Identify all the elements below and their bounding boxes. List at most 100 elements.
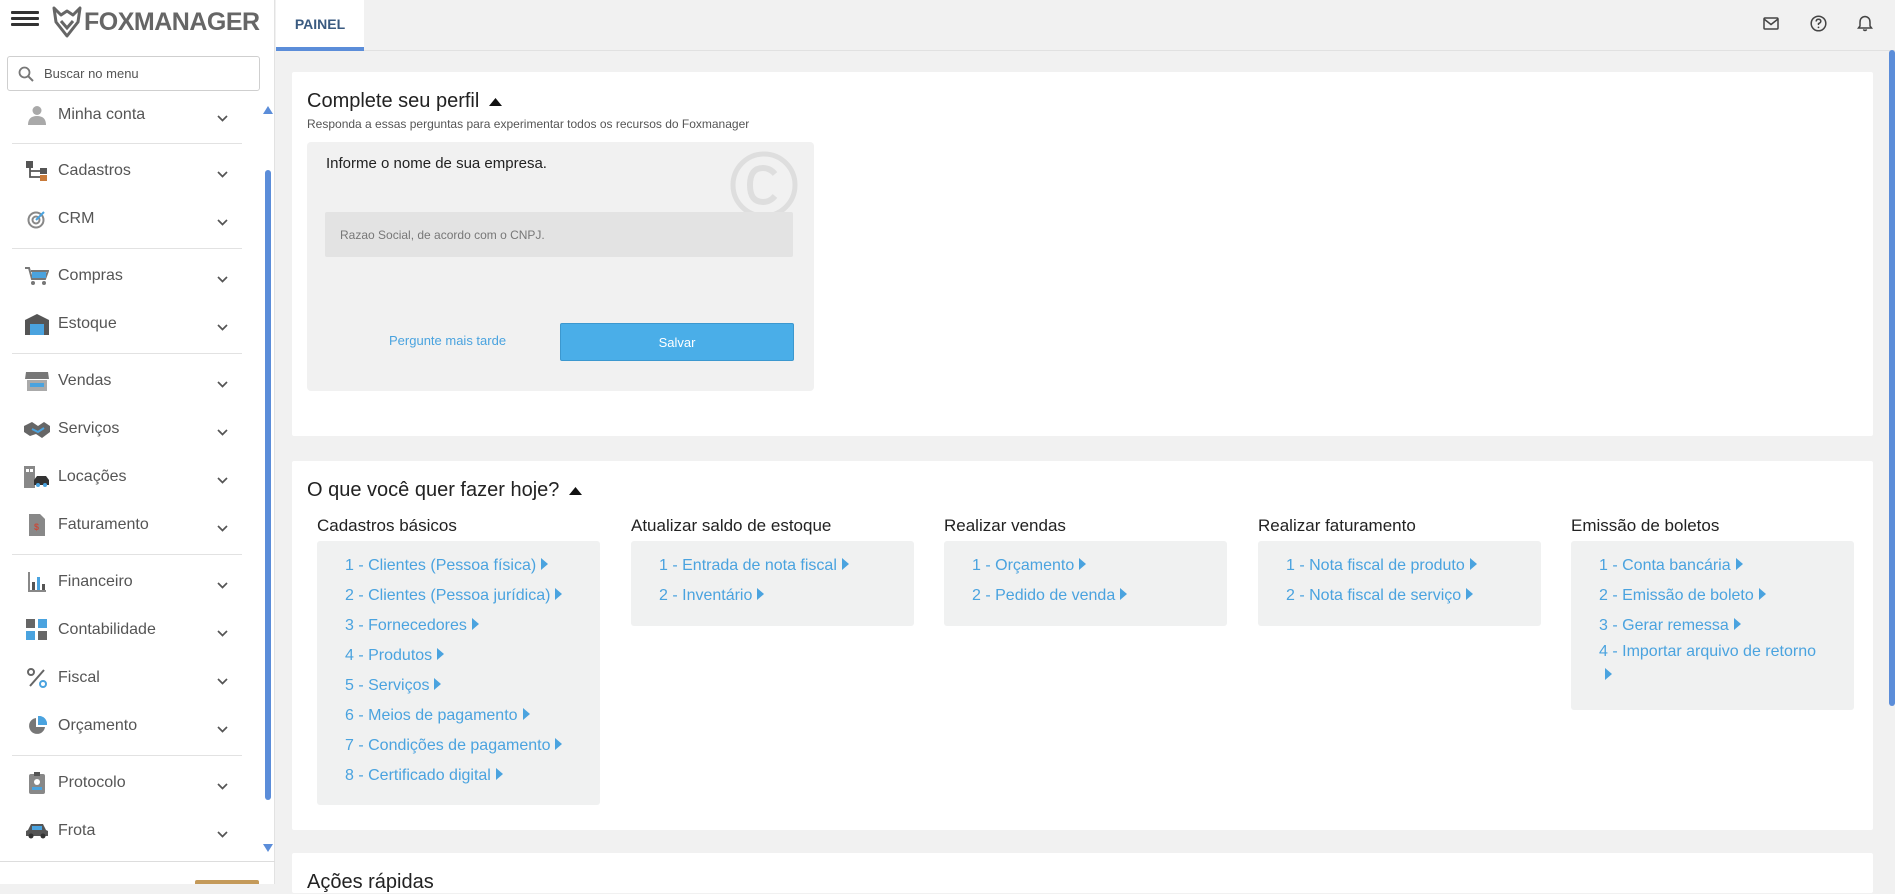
scroll-up-arrow-icon[interactable]	[263, 106, 273, 114]
sidebar-item-financeiro[interactable]: Financeiro	[12, 564, 242, 600]
caret-right-icon	[1733, 617, 1741, 635]
warehouse-icon	[24, 312, 50, 336]
fox-logo-icon	[52, 6, 82, 38]
sidebar-item-protocolo[interactable]: Protocolo	[12, 765, 242, 801]
chevron-down-icon[interactable]	[217, 213, 228, 231]
building-car-icon	[24, 465, 50, 489]
sidebar-item-faturamento[interactable]: $ Faturamento	[12, 507, 242, 543]
chevron-down-icon[interactable]	[217, 624, 228, 642]
sidebar-item-label: Contabilidade	[58, 621, 156, 638]
chevron-down-icon[interactable]	[217, 318, 228, 336]
pie-chart-icon	[24, 714, 50, 738]
action-link-label: 2 - Clientes (Pessoa jurídica)	[345, 587, 551, 604]
sidebar-item-crm[interactable]: CRM	[12, 201, 242, 237]
sidebar-item-cadastros[interactable]: Cadastros	[12, 153, 242, 189]
main-scrollbar[interactable]	[1889, 50, 1895, 706]
chevron-down-icon[interactable]	[217, 375, 228, 393]
logo[interactable]: FOXMANAGER	[52, 4, 260, 40]
mail-icon[interactable]	[1760, 12, 1782, 34]
sidebar-divider	[12, 353, 242, 354]
sidebar-item-compras[interactable]: Compras	[12, 258, 242, 294]
sidebar-item-vendas[interactable]: Vendas	[12, 363, 242, 399]
column-box	[317, 541, 600, 805]
action-link[interactable]: 4 - Importar arquivo de retorno	[1599, 640, 1839, 688]
chevron-down-icon[interactable]	[217, 672, 228, 690]
collapse-triangle-icon[interactable]	[489, 97, 503, 106]
search-input[interactable]	[44, 66, 244, 81]
action-link-label: 5 - Serviços	[345, 677, 430, 694]
action-link[interactable]: 1 - Nota fiscal de produto	[1286, 557, 1477, 575]
sidebar-divider	[12, 143, 242, 144]
sidebar-item-fiscal[interactable]: Fiscal	[12, 660, 242, 696]
action-link-label: 1 - Orçamento	[972, 557, 1075, 574]
action-link[interactable]: 8 - Certificado digital	[345, 767, 503, 785]
sidebar-item-minha-conta[interactable]: Minha conta	[12, 97, 242, 133]
action-link[interactable]: 1 - Clientes (Pessoa física)	[345, 557, 549, 575]
company-name-input[interactable]	[325, 212, 793, 257]
sidebar-divider	[12, 554, 242, 555]
ask-later-link[interactable]: Pergunte mais tarde	[389, 333, 506, 348]
store-icon	[24, 369, 50, 393]
scroll-down-arrow-icon[interactable]	[263, 844, 273, 852]
sidebar-item-locacoes[interactable]: Locações	[12, 459, 242, 495]
sidebar-item-label: Faturamento	[58, 516, 149, 533]
column-title: Realizar vendas	[944, 516, 1066, 535]
quick-actions-title-text: Ações rápidas	[307, 871, 434, 893]
sidebar-item-estoque[interactable]: Estoque	[12, 306, 242, 342]
sidebar-scrollbar[interactable]	[265, 170, 271, 800]
handshake-icon	[24, 417, 50, 441]
chevron-down-icon[interactable]	[217, 720, 228, 738]
chevron-down-icon[interactable]	[217, 576, 228, 594]
chevron-down-icon[interactable]	[217, 471, 228, 489]
today-card-title[interactable]: O que você quer fazer hoje?	[307, 479, 583, 502]
action-link[interactable]: 2 - Pedido de venda	[972, 587, 1128, 605]
chevron-down-icon[interactable]	[217, 423, 228, 441]
sidebar-item-servicos[interactable]: Serviços	[12, 411, 242, 447]
action-link[interactable]: 7 - Condições de pagamento	[345, 737, 563, 755]
action-link[interactable]: 2 - Emissão de boleto	[1599, 587, 1766, 605]
sidebar-item-label: Fiscal	[58, 669, 100, 686]
collapse-triangle-icon[interactable]	[569, 486, 583, 495]
action-link[interactable]: 4 - Produtos	[345, 647, 445, 665]
chevron-down-icon[interactable]	[217, 270, 228, 288]
sidebar-item-orcamento[interactable]: Orçamento	[12, 708, 242, 744]
help-icon[interactable]	[1807, 12, 1829, 34]
tab-painel[interactable]: PAINEL	[276, 0, 364, 51]
action-link[interactable]: 5 - Serviços	[345, 677, 442, 695]
column-title: Atualizar saldo de estoque	[631, 516, 832, 535]
action-link[interactable]: 2 - Nota fiscal de serviço	[1286, 587, 1474, 605]
profile-question-box: Informe o nome de sua empresa. Pergunte …	[307, 142, 814, 391]
action-link[interactable]: 1 - Entrada de nota fiscal	[659, 557, 849, 575]
action-link[interactable]: 3 - Gerar remessa	[1599, 617, 1741, 635]
caret-right-icon	[437, 647, 445, 665]
save-button[interactable]: Salvar	[560, 323, 794, 361]
sidebar-footer-divider	[0, 861, 275, 862]
action-link[interactable]: 2 - Clientes (Pessoa jurídica)	[345, 587, 563, 605]
chevron-down-icon[interactable]	[217, 165, 228, 183]
action-link[interactable]: 1 - Conta bancária	[1599, 557, 1743, 575]
sidebar-item-label: Vendas	[58, 372, 112, 389]
action-link[interactable]: 1 - Orçamento	[972, 557, 1087, 575]
chevron-down-icon[interactable]	[217, 109, 228, 127]
profile-subtitle: Responda a essas perguntas para experime…	[307, 117, 750, 131]
sidebar-divider	[12, 755, 242, 756]
action-link[interactable]: 6 - Meios de pagamento	[345, 707, 530, 725]
user-icon	[24, 103, 50, 127]
action-link[interactable]: 3 - Fornecedores	[345, 617, 479, 635]
action-link-label: 3 - Fornecedores	[345, 617, 467, 634]
quick-actions-title[interactable]: Ações rápidas	[307, 871, 434, 894]
chevron-down-icon[interactable]	[217, 777, 228, 795]
chevron-down-icon[interactable]	[217, 519, 228, 537]
chevron-down-icon[interactable]	[217, 825, 228, 843]
menu-search[interactable]	[7, 56, 260, 91]
hamburger-menu-icon[interactable]	[11, 8, 39, 34]
bell-icon[interactable]	[1854, 12, 1876, 34]
footer-avatar[interactable]	[195, 880, 259, 884]
logo-text: FOXMANAGER	[84, 7, 260, 36]
caret-right-icon	[1469, 557, 1477, 575]
caret-right-icon	[495, 767, 503, 785]
action-link[interactable]: 2 - Inventário	[659, 587, 765, 605]
profile-card-title[interactable]: Complete seu perfil	[307, 90, 503, 113]
sidebar-item-frota[interactable]: Frota	[12, 813, 242, 849]
sidebar-item-contabilidade[interactable]: Contabilidade	[12, 612, 242, 648]
